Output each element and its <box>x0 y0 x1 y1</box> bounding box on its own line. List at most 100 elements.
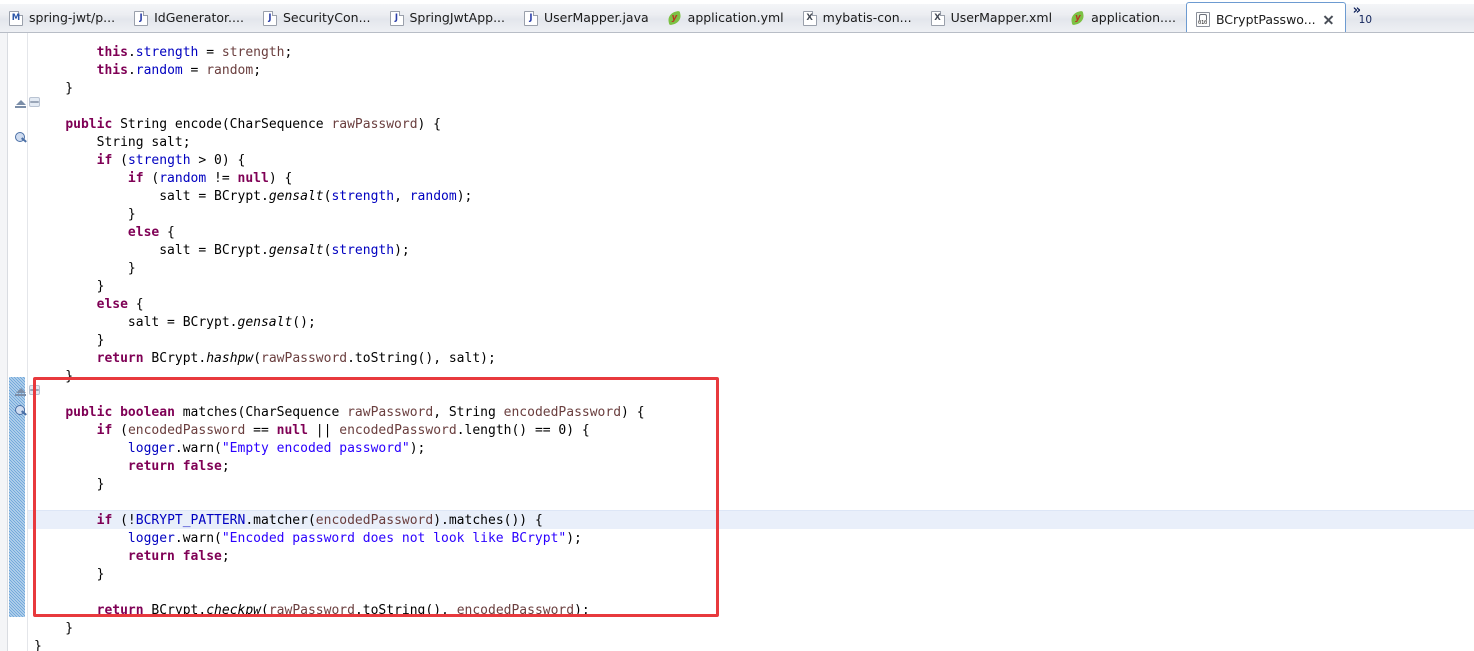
code-token: null <box>276 423 308 438</box>
tab-list: Mspring-jwt/p... J IdGenerator.... J Securit… <box>0 0 1346 32</box>
editor-tab-4[interactable]: J UserMapper.java <box>515 0 659 32</box>
code-token: ); <box>566 531 582 546</box>
code-token: logger <box>127 531 175 546</box>
yaml-file-icon: y <box>1069 10 1086 26</box>
code-line[interactable]: else { <box>34 224 175 242</box>
code-line[interactable]: return BCrypt.hashpw(rawPassword.toStrin… <box>34 350 496 368</box>
editor-tab-8[interactable]: y application.... <box>1062 0 1186 32</box>
code-line[interactable]: if (!BCRYPT_PATTERN.matcher(encodedPassw… <box>34 512 543 530</box>
code-line[interactable]: return false; <box>34 458 230 476</box>
code-line[interactable]: salt = BCrypt.gensalt(); <box>34 314 316 332</box>
tab-overflow-count: 10 <box>1358 14 1373 26</box>
code-line[interactable]: if (encodedPassword == null || encodedPa… <box>34 422 590 440</box>
java-file-icon: J <box>389 10 404 26</box>
code-line[interactable]: } <box>34 260 136 278</box>
editor-tab-5[interactable]: y application.yml <box>659 0 794 32</box>
code-line[interactable]: salt = BCrypt.gensalt(strength); <box>34 242 410 260</box>
editor-tab-label: UserMapper.xml <box>950 10 1053 26</box>
code-token: ( <box>253 351 262 366</box>
code-line[interactable]: } <box>34 278 105 296</box>
code-line[interactable]: return BCrypt.checkpw(rawPassword.toStri… <box>34 602 590 620</box>
code-token: .toString(), salt); <box>347 351 496 366</box>
file-icon-letter: J <box>139 12 143 23</box>
code-line[interactable]: return false; <box>34 548 230 566</box>
code-token: encodedPassword <box>503 405 622 420</box>
code-token: random <box>206 63 254 78</box>
editor-tab-2[interactable]: J SecurityCon... <box>254 0 381 32</box>
code-line[interactable]: } <box>34 332 105 350</box>
code-token: this <box>96 45 128 60</box>
editor-tab-0[interactable]: Mspring-jwt/p... <box>0 0 125 32</box>
code-token: "Empty encoded password" <box>221 441 410 456</box>
code-token: else <box>127 225 160 240</box>
code-token: (); <box>292 315 316 330</box>
code-line[interactable]: } <box>34 566 105 584</box>
code-token: .warn( <box>174 441 222 456</box>
code-token: BCRYPT_PATTERN <box>135 513 246 528</box>
code-token: random <box>409 189 457 204</box>
editor-tab-1[interactable]: J IdGenerator.... <box>125 0 254 32</box>
code-line[interactable]: } <box>34 80 73 98</box>
code-line[interactable]: if (strength > 0) { <box>34 152 246 170</box>
source-code-text[interactable]: this.strength = strength; this.random = … <box>0 33 1474 651</box>
code-token: rawPassword <box>331 117 418 132</box>
code-line[interactable]: if (random != null) { <box>34 170 292 188</box>
code-token: String encode(CharSequence <box>112 117 332 132</box>
code-token: ; <box>284 45 293 60</box>
code-editor[interactable]: this.strength = strength; this.random = … <box>0 33 1474 651</box>
code-token: null <box>237 171 269 186</box>
code-token: } <box>34 333 105 348</box>
code-line[interactable]: logger.warn("Empty encoded password"); <box>34 440 425 458</box>
code-token: gensalt <box>268 189 324 204</box>
code-token: ) { <box>268 171 293 186</box>
code-line[interactable]: logger.warn("Encoded password does not l… <box>34 530 582 548</box>
editor-tab-7[interactable]: X UserMapper.xml <box>922 0 1063 32</box>
code-line[interactable]: } <box>34 368 73 386</box>
class-icon-digits: 010 <box>1197 20 1207 26</box>
code-line[interactable]: salt = BCrypt.gensalt(strength, random); <box>34 188 472 206</box>
editor-tab-6[interactable]: Xmybatis-con... <box>794 0 922 32</box>
file-icon-letter: X <box>806 12 813 23</box>
code-line[interactable]: } <box>34 206 136 224</box>
code-token: encodedPassword <box>339 423 457 438</box>
code-token: salt <box>151 135 183 150</box>
code-token: = <box>182 63 207 78</box>
yaml-icon-letter: y <box>671 12 678 23</box>
code-token: .warn( <box>174 531 222 546</box>
code-token: = <box>198 45 222 60</box>
editor-tab-9[interactable]: 010 BCryptPasswo... <box>1185 2 1346 32</box>
code-line[interactable]: } <box>34 620 73 638</box>
code-token: BCrypt. <box>143 603 207 618</box>
code-token: } <box>34 621 74 636</box>
code-line[interactable]: public boolean matches(CharSequence rawP… <box>34 404 644 422</box>
code-line[interactable]: public String encode(CharSequence rawPas… <box>34 116 441 134</box>
editor-tab-3[interactable]: J SpringJwtApp... <box>381 0 516 32</box>
code-token: String <box>34 135 152 150</box>
xml-file-icon: X <box>802 10 817 26</box>
code-token: .toString(), <box>354 603 457 618</box>
code-token: == <box>245 423 277 438</box>
tab-overflow-button[interactable]: » 10 <box>1346 0 1372 32</box>
editor-tab-label: spring-jwt/p... <box>29 10 116 26</box>
code-token: if <box>96 423 113 438</box>
close-tab-icon[interactable] <box>1322 13 1335 26</box>
code-token: { <box>127 297 144 312</box>
code-line[interactable]: else { <box>34 296 144 314</box>
code-line[interactable]: this.random = random; <box>34 62 261 80</box>
code-line[interactable]: String salt; <box>34 134 191 152</box>
code-token: if <box>96 513 113 528</box>
yaml-file-icon: y <box>666 10 682 26</box>
code-line[interactable]: this.strength = strength; <box>34 44 293 62</box>
code-line[interactable]: } <box>34 476 105 494</box>
editor-tab-label: BCryptPasswo... <box>1215 11 1316 27</box>
code-token: salt = BCrypt. <box>34 243 269 258</box>
code-token: ); <box>574 603 590 618</box>
code-line[interactable]: } <box>34 638 42 651</box>
code-token: ); <box>394 243 410 258</box>
